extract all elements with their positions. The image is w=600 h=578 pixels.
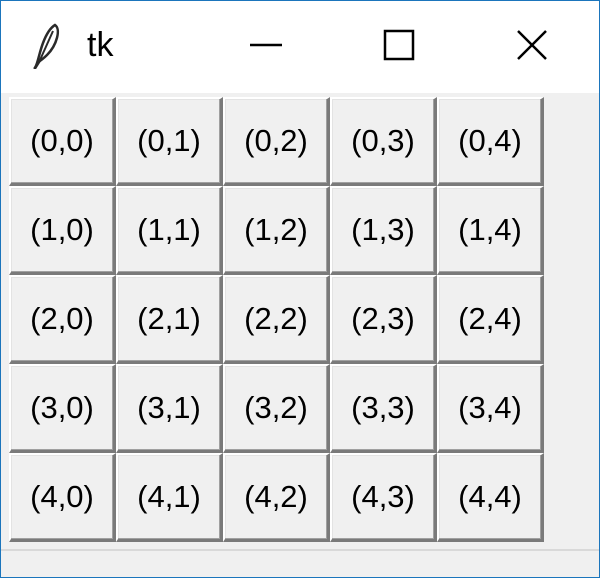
grid-button[interactable]: (1,1) — [116, 186, 223, 275]
minimize-button[interactable] — [199, 1, 333, 93]
grid-button[interactable]: (2,1) — [116, 275, 223, 364]
grid-button[interactable]: (2,2) — [223, 275, 330, 364]
grid-button[interactable]: (3,2) — [223, 364, 330, 453]
close-button[interactable] — [465, 1, 599, 93]
close-icon — [515, 28, 549, 67]
maximize-icon — [382, 28, 416, 67]
grid-button[interactable]: (0,3) — [330, 97, 437, 186]
grid-button[interactable]: (1,2) — [223, 186, 330, 275]
grid-button[interactable]: (0,2) — [223, 97, 330, 186]
grid-button[interactable]: (4,4) — [437, 453, 544, 542]
grid-button[interactable]: (2,3) — [330, 275, 437, 364]
grid-button[interactable]: (2,4) — [437, 275, 544, 364]
feather-icon — [31, 23, 63, 70]
grid-button[interactable]: (3,1) — [116, 364, 223, 453]
grid-button[interactable]: (4,2) — [223, 453, 330, 542]
window-title: tk — [87, 26, 114, 64]
grid-button[interactable]: (0,4) — [437, 97, 544, 186]
window-bottom-area — [1, 549, 599, 577]
tk-window: tk (0,0) (0,1) (0,2) (0,3) (0,4) (1,0) (… — [0, 0, 600, 578]
minimize-icon — [249, 28, 283, 67]
grid-button[interactable]: (1,3) — [330, 186, 437, 275]
grid-button[interactable]: (0,0) — [9, 97, 116, 186]
grid-button[interactable]: (1,0) — [9, 186, 116, 275]
grid-button[interactable]: (2,0) — [9, 275, 116, 364]
title-bar[interactable]: tk — [1, 1, 599, 93]
grid-button[interactable]: (4,1) — [116, 453, 223, 542]
grid-button[interactable]: (1,4) — [437, 186, 544, 275]
maximize-button[interactable] — [332, 1, 466, 93]
grid-button[interactable]: (0,1) — [116, 97, 223, 186]
grid-button[interactable]: (3,3) — [330, 364, 437, 453]
grid-button[interactable]: (3,0) — [9, 364, 116, 453]
grid-button[interactable]: (4,0) — [9, 453, 116, 542]
grid-button[interactable]: (3,4) — [437, 364, 544, 453]
grid-button[interactable]: (4,3) — [330, 453, 437, 542]
button-grid: (0,0) (0,1) (0,2) (0,3) (0,4) (1,0) (1,1… — [9, 97, 545, 545]
